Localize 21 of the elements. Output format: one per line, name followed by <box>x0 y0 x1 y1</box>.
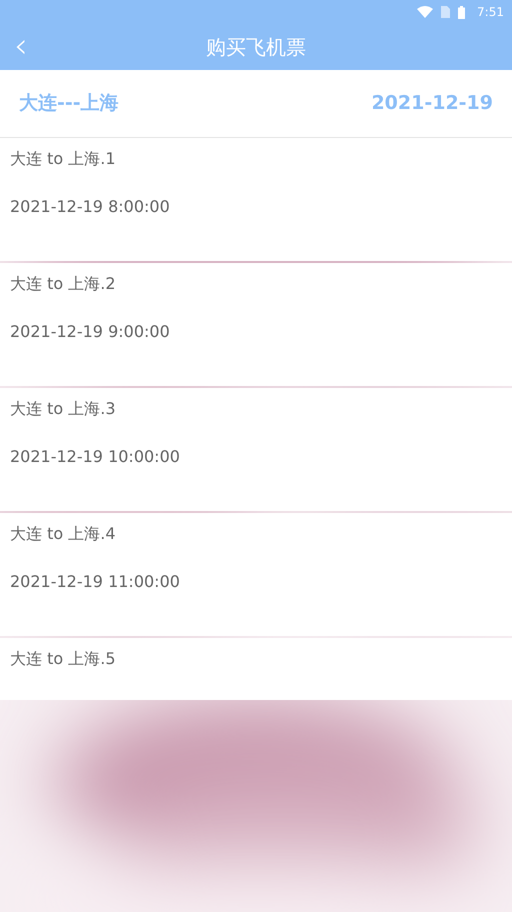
flight-time: 2021-12-19 9:00:00 <box>10 321 171 343</box>
flight-item[interactable]: 大连 to 上海.5 <box>0 638 512 700</box>
battery-icon <box>458 6 466 18</box>
date-label: 2021-12-19 <box>371 91 493 116</box>
wifi-icon <box>417 6 434 18</box>
flight-name: 大连 to 上海.1 <box>10 148 116 170</box>
flight-time: 2021-12-19 8:00:00 <box>10 196 171 218</box>
flight-time: 2021-12-19 11:00:00 <box>10 571 181 593</box>
flight-name: 大连 to 上海.2 <box>10 273 116 295</box>
flight-name: 大连 to 上海.4 <box>10 523 116 545</box>
page-title: 购买飞机票 <box>206 34 306 61</box>
flight-item[interactable]: 大连 to 上海.4 2021-12-19 11:00:00 <box>0 513 512 636</box>
flight-name: 大连 to 上海.5 <box>10 648 116 670</box>
flight-item[interactable]: 大连 to 上海.2 2021-12-19 9:00:00 <box>0 263 512 386</box>
status-time: 7:51 <box>477 4 504 21</box>
sim-card-icon <box>441 6 450 18</box>
flight-time: 2021-12-19 10:00:00 <box>10 446 181 468</box>
route-label: 大连---上海 <box>19 91 119 116</box>
flight-item[interactable]: 大连 to 上海.1 2021-12-19 8:00:00 <box>0 138 512 261</box>
flight-item[interactable]: 大连 to 上海.3 2021-12-19 10:00:00 <box>0 388 512 511</box>
flight-name: 大连 to 上海.3 <box>10 398 116 420</box>
